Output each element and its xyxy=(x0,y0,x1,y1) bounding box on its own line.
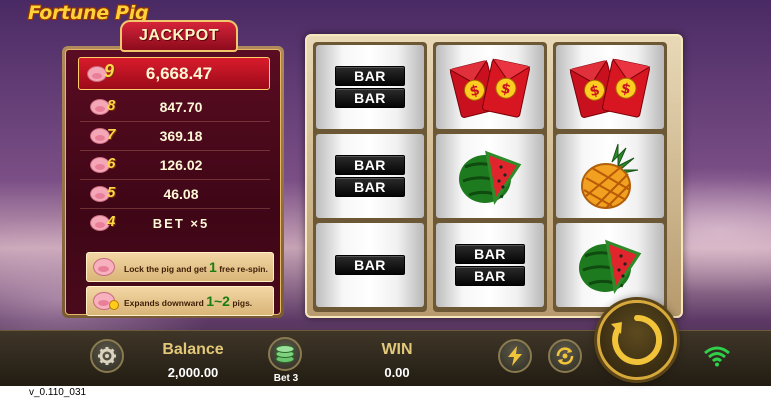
reel-cell xyxy=(556,223,664,307)
pineapple-icon xyxy=(581,143,639,209)
reel-cell xyxy=(436,134,544,218)
info-highlight: 1 xyxy=(209,259,217,275)
spin-arrow-icon xyxy=(611,315,663,365)
turbo-button[interactable] xyxy=(498,339,532,373)
info-text: Lock the pig and get xyxy=(124,264,207,274)
version-label: v_0.110_031 xyxy=(0,386,771,400)
balance-label: Balance xyxy=(162,341,224,358)
info-lock-pig: Lock the pig and get 1 free re-spin. xyxy=(86,252,274,282)
bar-double-symbol: BAR BAR xyxy=(335,155,405,197)
divider xyxy=(80,179,270,180)
win-value: 0.00 xyxy=(384,365,410,380)
divider xyxy=(80,208,270,209)
bar-single-symbol: BAR xyxy=(335,255,405,275)
bet-button[interactable] xyxy=(268,337,302,371)
wifi-icon xyxy=(704,346,730,367)
watermelon-icon xyxy=(459,150,522,205)
jackpot-value: 847.70 xyxy=(159,99,203,115)
pig-coin-icon xyxy=(89,288,121,314)
pig-icon: 7 xyxy=(90,126,118,146)
reel-frame: BAR BAR BAR BAR BAR $ $ BAR BAR $ $ xyxy=(305,34,683,318)
info-text: Expands downward xyxy=(124,298,204,308)
info-expand-pig: Expands downward 1~2 pigs. xyxy=(86,286,274,316)
red-envelope-icon: $ $ xyxy=(569,58,651,118)
pig-icon: 8 xyxy=(90,97,118,117)
autoplay-button[interactable] xyxy=(548,339,582,373)
spin-button[interactable] xyxy=(597,300,677,380)
settings-button[interactable] xyxy=(90,339,124,373)
jackpot-row-6: 6 126.02 xyxy=(80,153,270,177)
jackpot-value: 126.02 xyxy=(159,157,203,173)
pig-icon: 4 xyxy=(90,213,118,233)
reel-1: BAR BAR BAR BAR BAR xyxy=(313,42,427,312)
reel-3: $ $ xyxy=(553,42,667,312)
coin-stack-icon xyxy=(275,345,295,363)
auto-spin-icon xyxy=(556,347,574,365)
reel-cell: BAR xyxy=(316,223,424,307)
reel-cell: $ $ xyxy=(436,45,544,129)
bar-double-symbol: BAR BAR xyxy=(455,244,525,286)
bet-label: Bet xyxy=(273,373,290,384)
jackpot-row-9: 9 6,668.47 xyxy=(78,57,270,90)
jackpot-row-4: 4 BET ×5 xyxy=(80,211,270,235)
pig-icon: 5 xyxy=(90,184,118,204)
info-text: free re-spin. xyxy=(219,264,268,274)
jackpot-value: 369.18 xyxy=(159,128,203,144)
gear-icon xyxy=(98,347,116,365)
info-highlight: 1~2 xyxy=(206,293,230,309)
bet-display: Bet 3 xyxy=(258,373,314,384)
jackpot-title: JACKPOT xyxy=(120,20,238,52)
lightning-icon xyxy=(508,346,522,366)
pig-icon: 6 xyxy=(90,155,118,175)
bet-value: 3 xyxy=(292,373,299,384)
reel-cell: BAR BAR xyxy=(316,45,424,129)
divider xyxy=(80,150,270,151)
watermelon-icon xyxy=(579,239,642,294)
win-label: WIN xyxy=(381,341,413,358)
red-envelope-icon: $ $ xyxy=(449,58,531,118)
info-text: pigs. xyxy=(232,298,253,308)
reel-cell: BAR BAR xyxy=(436,223,544,307)
reel-2: $ $ BAR BAR xyxy=(433,42,547,312)
jackpot-value: 6,668.47 xyxy=(145,63,213,83)
bar-double-symbol: BAR BAR xyxy=(335,66,405,108)
pig-icon xyxy=(89,254,121,280)
jackpot-value: 46.08 xyxy=(163,186,199,202)
jackpot-row-5: 5 46.08 xyxy=(80,182,270,206)
reel-cell: $ $ xyxy=(556,45,664,129)
balance-value: 2,000.00 xyxy=(167,365,219,380)
jackpot-row-7: 7 369.18 xyxy=(80,124,270,148)
divider xyxy=(80,121,270,122)
jackpot-row-8: 8 847.70 xyxy=(80,95,270,119)
reel-cell: BAR BAR xyxy=(316,134,424,218)
jackpot-value: BET ×5 xyxy=(152,215,210,231)
pig-icon: 9 xyxy=(87,61,115,84)
reel-cell xyxy=(556,134,664,218)
